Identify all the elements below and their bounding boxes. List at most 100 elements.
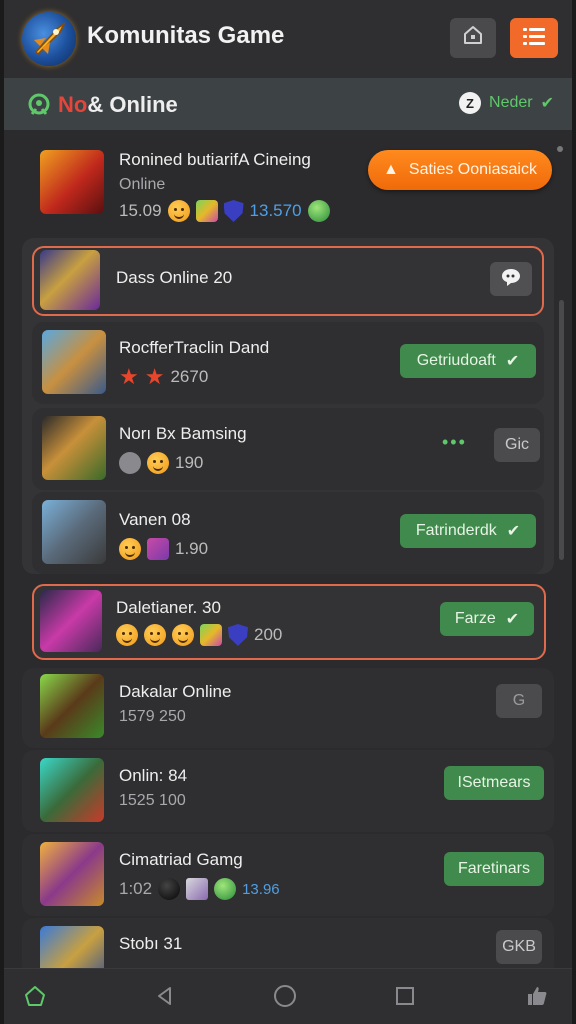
action-button[interactable]: GKB <box>496 930 542 964</box>
smile-emoji-icon <box>144 624 166 646</box>
check-icon: ✔ <box>540 95 554 112</box>
app-window: Komunitas Game No& Online Z Neder ✔ Roni… <box>4 0 572 1024</box>
scrollbar[interactable] <box>559 300 564 560</box>
status-title: No& Online <box>58 92 178 118</box>
game-score: 2670 <box>170 367 209 386</box>
game-name: Vanen 08 <box>119 510 191 529</box>
status-button[interactable]: ISetmears <box>444 766 544 800</box>
back-triangle-icon <box>154 985 176 1012</box>
status-button[interactable]: Farze ✔ <box>440 602 534 636</box>
check-icon: ✔ <box>505 353 520 370</box>
action-button[interactable]: G <box>496 684 542 718</box>
game-points: 13.570 <box>249 201 302 220</box>
status-button-label: Farze <box>454 610 496 627</box>
list-item[interactable]: Dakalar Online 1579 250 G <box>22 668 554 748</box>
list-item[interactable]: Cimatriad Gamg 1:02 13.96 Faretinars <box>22 834 554 916</box>
smile-emoji-icon <box>172 624 194 646</box>
game-thumbnail <box>40 758 104 822</box>
list-item[interactable]: Vanen 08 1.90 Fatrinderdk ✔ <box>32 492 544 574</box>
top-header: Komunitas Game <box>4 0 572 78</box>
game-meta: 1.90 <box>119 538 208 560</box>
action-button-label: G <box>512 692 526 709</box>
clock-icon: Z <box>459 92 482 114</box>
nav-recents[interactable] <box>392 985 418 1011</box>
game-score: 15.09 <box>119 201 162 220</box>
star-icon: ★ <box>119 364 139 389</box>
game-points: 13.96 <box>242 880 280 898</box>
game-meta: 1:02 13.96 <box>119 878 280 900</box>
list-item[interactable]: Norı Bx Bamsing 190 ••• Gic <box>32 408 544 490</box>
square-icon <box>394 985 416 1012</box>
nav-home[interactable] <box>22 985 48 1011</box>
game-name: Daletianer. 30 <box>116 598 221 617</box>
gem-icon <box>147 538 169 560</box>
status-button[interactable]: Getriudoaft ✔ <box>400 344 536 378</box>
orb-icon <box>214 878 237 900</box>
notification-button[interactable] <box>450 18 496 58</box>
join-session-label: Saties Ooniasaick <box>408 161 537 178</box>
list-item[interactable]: Onlin: 84 1525 100 ISetmears <box>22 750 554 832</box>
home-icon <box>23 984 47 1013</box>
action-button-label: Gic <box>505 436 529 453</box>
bell-icon <box>460 23 486 54</box>
game-meta: ★ ★ 2670 <box>119 366 208 388</box>
game-score: 200 <box>254 625 283 644</box>
list-item[interactable]: Ronined butiarifA Cineing Online 15.09 1… <box>22 136 554 230</box>
game-name: Stobı 31 <box>119 934 183 953</box>
list-item[interactable]: RocfferTraclin Dand ★ ★ 2670 Getriudoaft… <box>32 322 544 404</box>
shield-icon <box>228 624 248 646</box>
status-button-label: Fatrinderdk <box>415 522 497 539</box>
status-filter[interactable]: Z Neder ✔ <box>459 92 554 114</box>
home-circle-icon <box>273 984 297 1013</box>
rocket-logo-icon[interactable] <box>22 12 76 66</box>
game-name: Norı Bx Bamsing <box>119 424 247 443</box>
game-name: RocfferTraclin Dand <box>119 338 270 357</box>
game-thumbnail <box>40 590 102 652</box>
chat-bubble-icon <box>500 267 522 292</box>
game-thumbnail <box>42 330 106 394</box>
game-meta: 200 <box>116 624 282 646</box>
game-thumbnail <box>42 416 106 480</box>
nav-back[interactable] <box>152 985 178 1011</box>
status-button[interactable]: Faretinars <box>444 852 544 886</box>
star-icon: ★ <box>144 364 165 389</box>
smile-emoji-icon <box>167 200 190 222</box>
dark-orb-icon <box>158 878 181 900</box>
gem-icon <box>200 624 222 646</box>
action-button-label: GKB <box>502 938 536 955</box>
community-icon <box>26 92 52 123</box>
orb-icon <box>307 200 330 222</box>
game-thumbnail <box>40 150 104 214</box>
game-stats: 1525 100 <box>119 792 186 809</box>
status-filter-label: Neder <box>489 94 533 111</box>
status-button-label: Faretinars <box>457 860 531 877</box>
join-session-button[interactable]: ▲ Saties Ooniasaick <box>368 150 552 190</box>
angry-emoji-icon <box>147 452 169 474</box>
list-item-highlighted[interactable]: Daletianer. 30 200 Farze ✔ <box>32 584 546 660</box>
menu-button[interactable] <box>510 18 558 58</box>
bottom-navigation <box>4 968 572 1024</box>
game-name: Onlin: 84 <box>119 766 188 785</box>
game-stats: 1579 250 <box>119 708 186 725</box>
status-button[interactable]: Fatrinderdk ✔ <box>400 514 536 548</box>
nav-like[interactable] <box>524 985 550 1011</box>
list-item-highlighted[interactable]: Dass Online 20 <box>32 246 544 316</box>
alert-icon: ▲ <box>383 161 399 178</box>
game-meta: 15.09 13.570 <box>119 200 330 222</box>
cube-icon <box>186 878 209 900</box>
status-offline-label: No <box>58 92 88 117</box>
game-thumbnail <box>40 842 104 906</box>
action-button[interactable]: Gic <box>494 428 540 462</box>
game-score: 190 <box>175 453 204 472</box>
thumbs-up-icon <box>525 984 549 1013</box>
game-score: 1.90 <box>175 539 209 558</box>
game-name: Dakalar Online <box>119 682 232 701</box>
game-meta: 190 <box>119 452 203 474</box>
chat-button[interactable] <box>490 262 532 296</box>
game-time: 1:02 <box>119 879 153 898</box>
game-thumbnail <box>40 674 104 738</box>
game-thumbnail <box>42 500 106 564</box>
nav-home-circle[interactable] <box>272 984 298 1013</box>
gem-icon <box>195 200 218 222</box>
game-thumbnail <box>40 250 100 310</box>
